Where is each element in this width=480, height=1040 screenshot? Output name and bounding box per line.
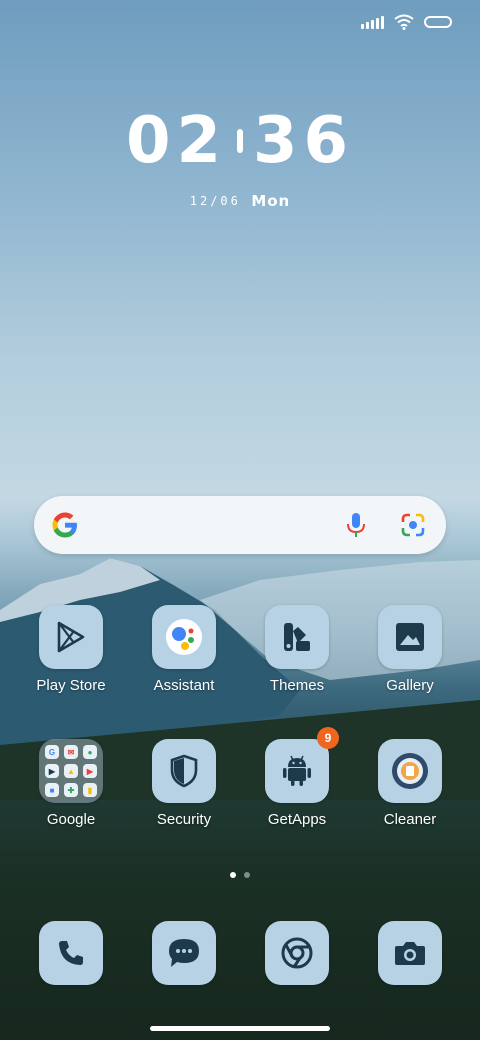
- page-dot[interactable]: [244, 872, 250, 878]
- battery-icon: [424, 16, 452, 28]
- app-label: Security: [156, 811, 212, 828]
- app-label: Gallery: [386, 677, 434, 694]
- folder-icon[interactable]: G ✉ ● ▶ ▲ ▶ ■ ✚ ▮: [39, 739, 103, 803]
- clock-widget[interactable]: 02 36: [0, 104, 480, 178]
- messages-icon[interactable]: [152, 921, 216, 985]
- status-bar: [361, 14, 452, 30]
- page-indicator[interactable]: [0, 872, 480, 878]
- camera-icon[interactable]: [378, 921, 442, 985]
- page-dot-active[interactable]: [230, 872, 236, 878]
- dock-camera[interactable]: [362, 921, 458, 985]
- android-icon[interactable]: 9: [265, 727, 339, 803]
- microphone-icon[interactable]: [344, 511, 368, 539]
- gesture-navigation-bar[interactable]: [150, 1026, 330, 1031]
- app-label: Cleaner: [383, 811, 437, 828]
- themes-icon[interactable]: [265, 605, 329, 669]
- app-gallery[interactable]: Gallery: [362, 605, 458, 694]
- chrome-icon[interactable]: [265, 921, 329, 985]
- app-getapps[interactable]: 9 GetApps: [249, 727, 345, 828]
- clock-minutes: 36: [253, 104, 355, 178]
- cleaner-icon[interactable]: [378, 739, 442, 803]
- app-security[interactable]: Security: [136, 739, 232, 828]
- google-g-icon: [52, 512, 77, 538]
- assistant-icon[interactable]: [152, 605, 216, 669]
- date-day-month: 12/06: [189, 194, 241, 208]
- dock-messages[interactable]: [136, 921, 232, 985]
- app-cleaner[interactable]: Cleaner: [362, 739, 458, 828]
- app-label: Assistant: [153, 677, 215, 694]
- date-weekday: Mon: [251, 192, 291, 210]
- clock-separator: [237, 129, 243, 153]
- google-search-bar[interactable]: [34, 496, 446, 554]
- app-label: GetApps: [267, 811, 327, 828]
- wifi-icon: [394, 14, 414, 30]
- date-widget[interactable]: 12/06 Mon: [0, 192, 480, 210]
- cellular-signal-icon: [361, 15, 384, 29]
- dock-phone[interactable]: [23, 921, 119, 985]
- notification-badge: 9: [317, 727, 339, 749]
- clock-hours: 02: [125, 104, 227, 178]
- app-themes[interactable]: Themes: [249, 605, 345, 694]
- app-label: Themes: [269, 677, 325, 694]
- app-label: Play Store: [36, 677, 106, 694]
- google-lens-icon[interactable]: [400, 512, 426, 538]
- app-google-folder[interactable]: G ✉ ● ▶ ▲ ▶ ■ ✚ ▮ Google: [23, 739, 119, 828]
- play-store-icon[interactable]: [39, 605, 103, 669]
- dock-chrome[interactable]: [249, 921, 345, 985]
- gallery-icon[interactable]: [378, 605, 442, 669]
- app-play-store[interactable]: Play Store: [23, 605, 119, 694]
- app-label: Google: [46, 811, 96, 828]
- shield-icon[interactable]: [152, 739, 216, 803]
- app-assistant[interactable]: Assistant: [136, 605, 232, 694]
- phone-icon[interactable]: [39, 921, 103, 985]
